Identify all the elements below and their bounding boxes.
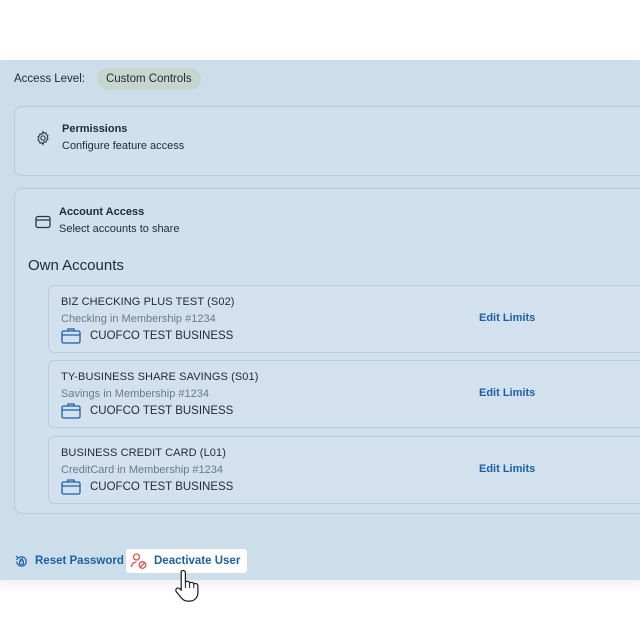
briefcase-icon (61, 478, 81, 500)
account-access-title: Account Access (59, 206, 145, 218)
account-row: BIZ CHECKING PLUS TEST (S02) Checking in… (48, 285, 640, 353)
access-level-label: Access Level: (14, 73, 85, 85)
account-type: CreditCard in Membership #1234 (61, 464, 224, 476)
reset-password-button[interactable]: Reset Password (14, 552, 124, 570)
edit-limits-button[interactable]: Edit Limits (479, 312, 535, 324)
card-icon (35, 215, 51, 234)
gear-icon (35, 130, 51, 151)
account-name: BIZ CHECKING PLUS TEST (S02) (61, 296, 235, 308)
permissions-card[interactable]: Permissions Configure feature access (14, 106, 640, 176)
edit-limits-button[interactable]: Edit Limits (479, 463, 535, 475)
edit-limits-button[interactable]: Edit Limits (479, 387, 535, 399)
hand-cursor-icon (174, 568, 202, 609)
briefcase-icon (61, 402, 81, 424)
account-name: BUSINESS CREDIT CARD (L01) (61, 447, 226, 459)
account-owner: CUOFCO TEST BUSINESS (90, 405, 234, 417)
account-type: Savings in Membership #1234 (61, 388, 209, 400)
account-row: BUSINESS CREDIT CARD (L01) CreditCard in… (48, 436, 640, 504)
deactivate-user-icon (130, 552, 148, 570)
reset-password-label: Reset Password (35, 555, 124, 567)
access-level-row: Access Level: Custom Controls (14, 67, 201, 91)
account-type: Checking in Membership #1234 (61, 313, 216, 325)
permissions-title: Permissions (62, 123, 128, 135)
account-owner: CUOFCO TEST BUSINESS (90, 330, 234, 342)
reset-password-icon (14, 554, 29, 569)
account-owner: CUOFCO TEST BUSINESS (90, 481, 234, 493)
access-level-chip[interactable]: Custom Controls (96, 68, 201, 90)
briefcase-icon (61, 327, 81, 349)
account-access-subtitle: Select accounts to share (59, 223, 180, 235)
account-row: TY-BUSINESS SHARE SAVINGS (S01) Savings … (48, 360, 640, 428)
permissions-subtitle: Configure feature access (62, 140, 185, 152)
own-accounts-heading: Own Accounts (28, 257, 124, 274)
deactivate-user-label: Deactivate User (154, 555, 241, 567)
account-name: TY-BUSINESS SHARE SAVINGS (S01) (61, 371, 259, 383)
